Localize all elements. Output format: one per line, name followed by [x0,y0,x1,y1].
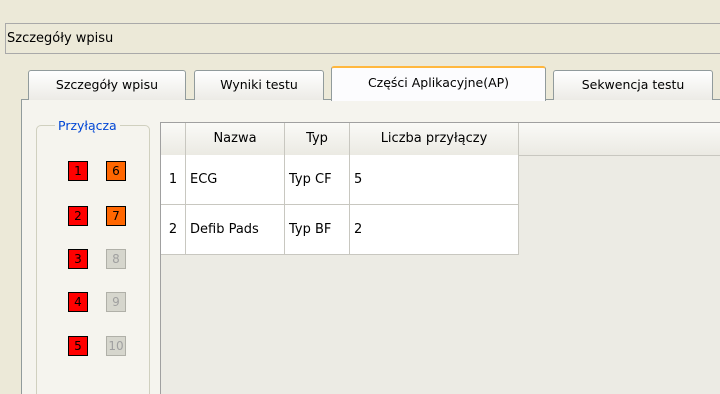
row-header-1[interactable]: 1 [161,155,186,205]
port-7-button[interactable]: 7 [106,206,126,226]
port-3-button[interactable]: 3 [68,249,88,269]
port-4-button[interactable]: 4 [68,292,88,312]
table-cell-nazwa[interactable]: Defib Pads [186,205,285,255]
row-header-2[interactable]: 2 [161,205,186,255]
column-header-nazwa[interactable]: Nazwa [186,123,285,155]
tab-czesci-aplikacyjne[interactable]: Części Aplikacyjne(AP) [331,66,546,101]
section-header: Szczegóły wpisu [5,23,720,54]
connectors-title: Przyłącza [55,119,120,133]
port-2-button[interactable]: 2 [68,206,88,226]
column-header-liczba-przylaczy[interactable]: Liczba przyłączy [350,123,519,155]
port-1-button[interactable]: 1 [68,161,88,181]
tab-sekwencja-testu[interactable]: Sekwencja testu [553,70,713,100]
port-9-button[interactable]: 9 [106,292,126,312]
column-header-typ[interactable]: Typ [285,123,350,155]
table-cell-nazwa[interactable]: ECG [186,155,285,205]
table-cell-typ[interactable]: Typ CF [285,155,350,205]
applied-parts-table[interactable]: Nazwa Typ Liczba przyłączy 1 ECG Typ CF … [160,122,720,394]
port-8-button[interactable]: 8 [106,249,126,269]
tab-wyniki-testu[interactable]: Wyniki testu [194,70,324,100]
table-cell-typ[interactable]: Typ BF [285,205,350,255]
port-5-button[interactable]: 5 [68,336,88,356]
port-6-button[interactable]: 6 [106,161,126,181]
tab-szczegoly-wpisu[interactable]: Szczegóły wpisu [28,70,186,100]
table-cell-liczba[interactable]: 2 [350,205,519,255]
table-cell-liczba[interactable]: 5 [350,155,519,205]
connectors-group [36,125,150,394]
table-corner [161,123,186,155]
port-10-button[interactable]: 10 [106,336,126,356]
